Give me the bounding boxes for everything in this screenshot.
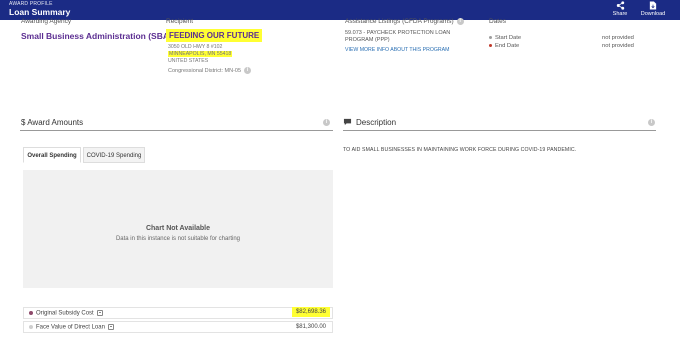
start-date-label: Start Date: [489, 35, 521, 41]
tab-covid19-spending[interactable]: COVID-19 Spending: [83, 147, 145, 163]
recipient-name-link[interactable]: FEEDING OUR FUTURE: [166, 29, 263, 42]
info-icon[interactable]: i: [648, 119, 655, 126]
info-icon[interactable]: i: [323, 119, 330, 126]
section-divider: [343, 130, 656, 131]
agency-column-label: Awarding Agency: [21, 18, 72, 25]
chart-unavailable-message: Data in this instance is not suitable fo…: [115, 236, 241, 242]
amount-row-face-value: Face Value of Direct Loan $81,300.00: [23, 321, 333, 333]
cfda-program-link[interactable]: VIEW MORE INFO ABOUT THIS PROGRAM: [345, 47, 449, 53]
share-icon: [616, 1, 624, 10]
description-title: Description: [356, 118, 397, 127]
section-divider: [20, 130, 333, 131]
info-icon[interactable]: i: [456, 18, 464, 25]
amount-row-value: $82,698.36: [291, 307, 330, 317]
download-label: Download: [640, 11, 666, 17]
chart-placeholder: Chart Not Available Data in this instanc…: [23, 170, 333, 288]
info-icon[interactable]: i: [244, 67, 252, 74]
recipient-address-line3: UNITED STATES: [168, 58, 209, 64]
amount-row-subsidy-cost: Original Subsidy Cost $82,698.36: [23, 307, 333, 319]
amount-row-label: Face Value of Direct Loan: [29, 324, 114, 331]
cfda-program-text: 59.073 - PAYCHECK PROTECTION LOAN PROGRA…: [345, 30, 451, 43]
end-date-dot-icon: [489, 43, 492, 47]
amount-row-label: Original Subsidy Cost: [29, 310, 103, 317]
share-label: Share: [612, 11, 628, 17]
chart-unavailable-title: Chart Not Available: [145, 225, 211, 232]
awarding-agency-link[interactable]: Small Business Administration (SBA): [21, 31, 172, 41]
download-button[interactable]: Download: [638, 0, 668, 20]
download-file-icon: [649, 1, 657, 10]
page-header: AWARD PROFILE Loan Summary Share Downloa…: [0, 0, 680, 20]
end-date-label: End Date: [489, 43, 519, 49]
share-button[interactable]: Share: [605, 0, 635, 20]
recipient-address-line2: MINNEAPOLIS, MN 55418: [168, 51, 233, 57]
cfda-column-label: Assistance Listings (CFDA Programs) i: [345, 18, 464, 25]
start-date-dot-icon: [489, 35, 492, 39]
legend-dot-icon: [29, 325, 33, 329]
end-date-value: not provided: [602, 43, 634, 49]
page-title: Loan Summary: [9, 7, 71, 17]
amount-row-value: $81,300.00: [295, 324, 326, 330]
calculator-icon[interactable]: [107, 324, 114, 330]
congressional-district: Congressional District: MN-05 i: [168, 67, 252, 74]
recipient-address-line1: 3050 OLD HWY 8 #102: [168, 44, 223, 50]
speech-bubble-icon: [343, 118, 352, 126]
award-amounts-title: $ Award Amounts: [21, 118, 84, 127]
recipient-column-label: Recipient: [166, 18, 194, 25]
tab-overall-spending[interactable]: Overall Spending: [23, 147, 81, 163]
dates-column-label: Dates: [489, 18, 506, 25]
calculator-icon[interactable]: [96, 310, 103, 316]
start-date-value: not provided: [602, 35, 634, 41]
legend-dot-icon: [29, 311, 33, 315]
description-text: TO AID SMALL BUSINESSES IN MAINTAINING W…: [343, 147, 577, 153]
